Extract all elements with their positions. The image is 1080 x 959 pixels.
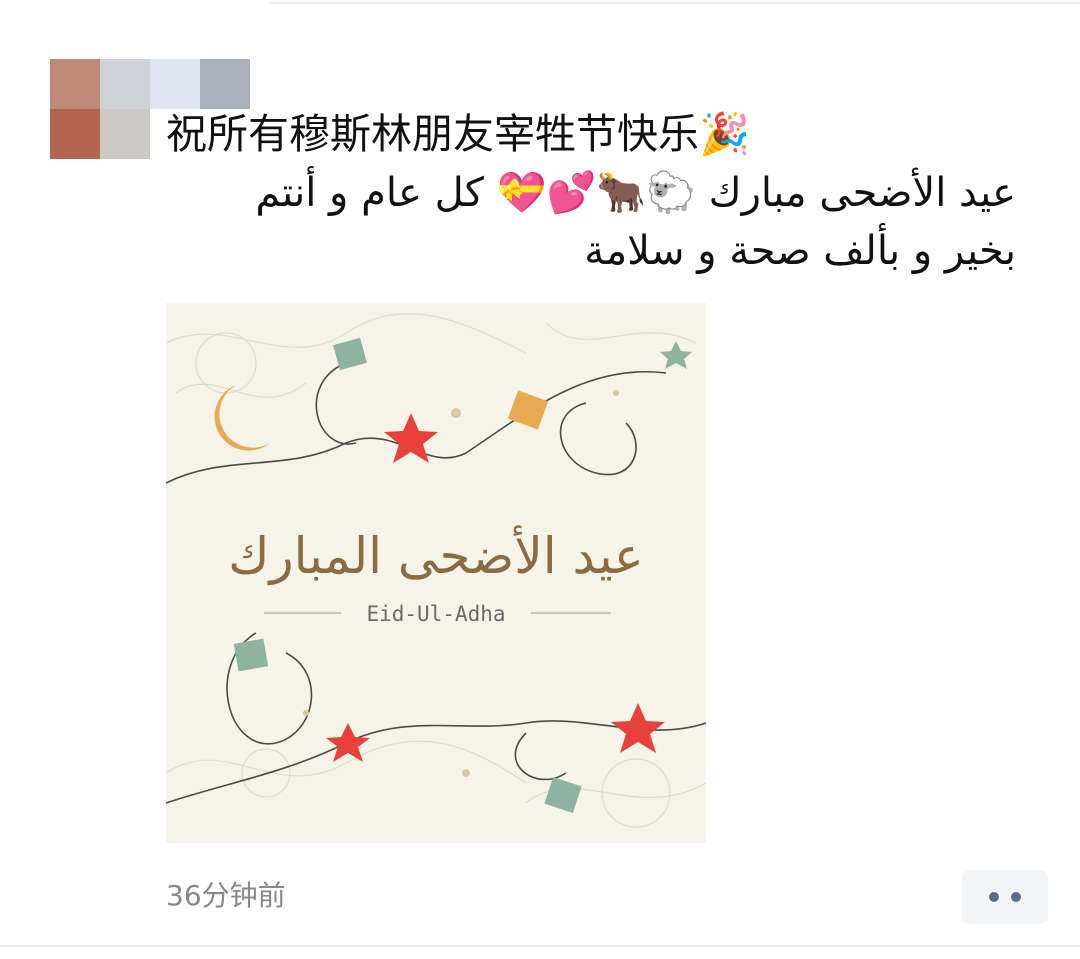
arabic-calligraphy: عيد الأضحى المبارك — [228, 525, 643, 586]
more-button[interactable] — [962, 870, 1048, 924]
post-line-arabic-1: عيد الأضحى مبارك 🐑🐂💕💝 كل عام و أنتم — [255, 170, 1016, 216]
more-dots-icon — [989, 892, 999, 902]
post-line-arabic-2: بخير و بألف صحة و سلامة — [584, 228, 1016, 274]
post-text: 祝所有穆斯林朋友宰牲节快乐🎉 عيد الأضحى مبارك 🐑🐂💕💝 كل … — [166, 104, 1026, 280]
card-caption: Eid-Ul-Adha — [366, 602, 505, 626]
more-dots-icon — [1011, 892, 1021, 902]
bottom-divider — [0, 945, 1080, 947]
post-timestamp: 36分钟前 — [166, 879, 286, 912]
top-divider — [270, 2, 1080, 4]
eid-greeting-card: عيد الأضحى المبارك Eid-Ul-Adha — [166, 303, 706, 843]
post-image[interactable]: عيد الأضحى المبارك Eid-Ul-Adha — [166, 303, 706, 843]
post-line-chinese: 祝所有穆斯林朋友宰牲节快乐🎉 — [166, 110, 751, 158]
